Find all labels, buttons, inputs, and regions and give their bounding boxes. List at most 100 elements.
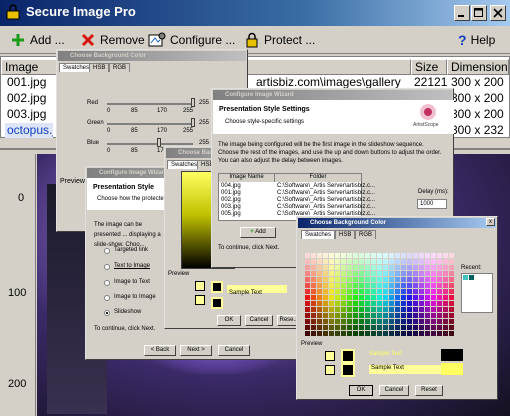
color-swatch[interactable] xyxy=(341,295,346,300)
ok-button[interactable]: OK xyxy=(217,315,241,326)
color-swatch[interactable] xyxy=(371,313,376,318)
color-swatch[interactable] xyxy=(443,325,448,330)
blue-slider-thumb[interactable] xyxy=(157,138,161,147)
color-swatch[interactable] xyxy=(353,307,358,312)
color-swatch[interactable] xyxy=(395,277,400,282)
color-swatch[interactable] xyxy=(449,271,454,276)
color-swatch[interactable] xyxy=(443,283,448,288)
color-swatch[interactable] xyxy=(437,265,442,270)
color-swatch[interactable] xyxy=(449,331,454,336)
color-swatch[interactable] xyxy=(335,271,340,276)
tab-hsb[interactable]: HSB xyxy=(335,230,356,239)
color-swatch[interactable] xyxy=(413,283,418,288)
minimize-button[interactable] xyxy=(454,5,470,21)
color-swatch[interactable] xyxy=(401,271,406,276)
color-swatch[interactable] xyxy=(359,271,364,276)
color-swatch[interactable] xyxy=(413,295,418,300)
color-swatch[interactable] xyxy=(383,283,388,288)
color-swatch[interactable] xyxy=(443,295,448,300)
color-swatch[interactable] xyxy=(365,295,370,300)
color-swatch[interactable] xyxy=(359,259,364,264)
color-swatch[interactable] xyxy=(317,325,322,330)
color-swatch[interactable] xyxy=(395,307,400,312)
color-swatch[interactable] xyxy=(431,271,436,276)
color-swatch[interactable] xyxy=(437,259,442,264)
color-swatch[interactable] xyxy=(311,283,316,288)
color-swatch[interactable] xyxy=(413,259,418,264)
color-swatch[interactable] xyxy=(365,253,370,258)
color-swatch[interactable] xyxy=(431,307,436,312)
color-swatch[interactable] xyxy=(311,313,316,318)
color-swatch[interactable] xyxy=(305,277,310,282)
radio-slideshow-selected[interactable] xyxy=(104,310,110,316)
color-swatch[interactable] xyxy=(347,289,352,294)
tab-swatches[interactable]: Swatches xyxy=(167,160,202,169)
radio-text-to-image[interactable] xyxy=(104,264,110,270)
color-swatch[interactable] xyxy=(311,331,316,336)
color-swatch[interactable] xyxy=(311,319,316,324)
color-swatch[interactable] xyxy=(395,295,400,300)
color-swatch[interactable] xyxy=(419,295,424,300)
color-swatch[interactable] xyxy=(335,253,340,258)
color-swatch[interactable] xyxy=(323,331,328,336)
table-row[interactable]: 002.jpg xyxy=(221,197,241,203)
table-row[interactable]: 003.jpg xyxy=(221,204,241,210)
color-swatch[interactable] xyxy=(413,319,418,324)
color-swatch[interactable] xyxy=(425,325,430,330)
color-swatch[interactable] xyxy=(431,319,436,324)
color-swatch[interactable] xyxy=(431,325,436,330)
color-swatch[interactable] xyxy=(305,313,310,318)
color-swatch[interactable] xyxy=(335,313,340,318)
color-swatch[interactable] xyxy=(383,319,388,324)
color-swatch[interactable] xyxy=(443,319,448,324)
color-swatch[interactable] xyxy=(329,265,334,270)
color-swatch[interactable] xyxy=(383,301,388,306)
color-swatch[interactable] xyxy=(431,301,436,306)
color-swatch[interactable] xyxy=(317,331,322,336)
color-swatch[interactable] xyxy=(407,283,412,288)
color-swatch[interactable] xyxy=(425,289,430,294)
color-swatch[interactable] xyxy=(395,331,400,336)
color-swatch[interactable] xyxy=(401,289,406,294)
color-swatch[interactable] xyxy=(353,313,358,318)
color-swatch[interactable] xyxy=(317,289,322,294)
blue-slider[interactable] xyxy=(107,143,193,145)
color-swatch[interactable] xyxy=(449,259,454,264)
color-swatch[interactable] xyxy=(305,265,310,270)
color-swatch[interactable] xyxy=(317,313,322,318)
color-swatch[interactable] xyxy=(341,259,346,264)
color-swatch[interactable] xyxy=(407,259,412,264)
color-swatch[interactable] xyxy=(335,331,340,336)
color-swatch[interactable] xyxy=(401,295,406,300)
color-swatch[interactable] xyxy=(437,313,442,318)
color-swatch[interactable] xyxy=(449,301,454,306)
radio-image-to-image[interactable] xyxy=(104,295,110,301)
color-swatch[interactable] xyxy=(359,277,364,282)
color-swatch[interactable] xyxy=(449,325,454,330)
color-swatch[interactable] xyxy=(389,301,394,306)
color-swatch[interactable] xyxy=(443,265,448,270)
color-swatch[interactable] xyxy=(305,301,310,306)
color-swatch[interactable] xyxy=(323,253,328,258)
color-swatch[interactable] xyxy=(371,289,376,294)
tab-hsb[interactable]: HSB xyxy=(89,63,110,72)
color-swatch[interactable] xyxy=(359,319,364,324)
color-swatch[interactable] xyxy=(317,265,322,270)
color-swatch[interactable] xyxy=(359,265,364,270)
add-button[interactable]: Add ... xyxy=(10,30,65,50)
color-swatch[interactable] xyxy=(365,259,370,264)
maximize-button[interactable] xyxy=(471,5,487,21)
color-swatch[interactable] xyxy=(371,265,376,270)
table-row[interactable]: 001.jpg xyxy=(221,190,241,196)
color-swatch[interactable] xyxy=(413,265,418,270)
color-swatch[interactable] xyxy=(419,283,424,288)
color-swatch[interactable] xyxy=(365,319,370,324)
color-swatch[interactable] xyxy=(449,289,454,294)
color-swatch[interactable] xyxy=(371,325,376,330)
color-swatch[interactable] xyxy=(443,301,448,306)
red-slider[interactable] xyxy=(107,103,193,105)
color-swatch[interactable] xyxy=(335,295,340,300)
color-swatch[interactable] xyxy=(401,319,406,324)
color-swatch[interactable] xyxy=(347,259,352,264)
color-swatch[interactable] xyxy=(311,295,316,300)
